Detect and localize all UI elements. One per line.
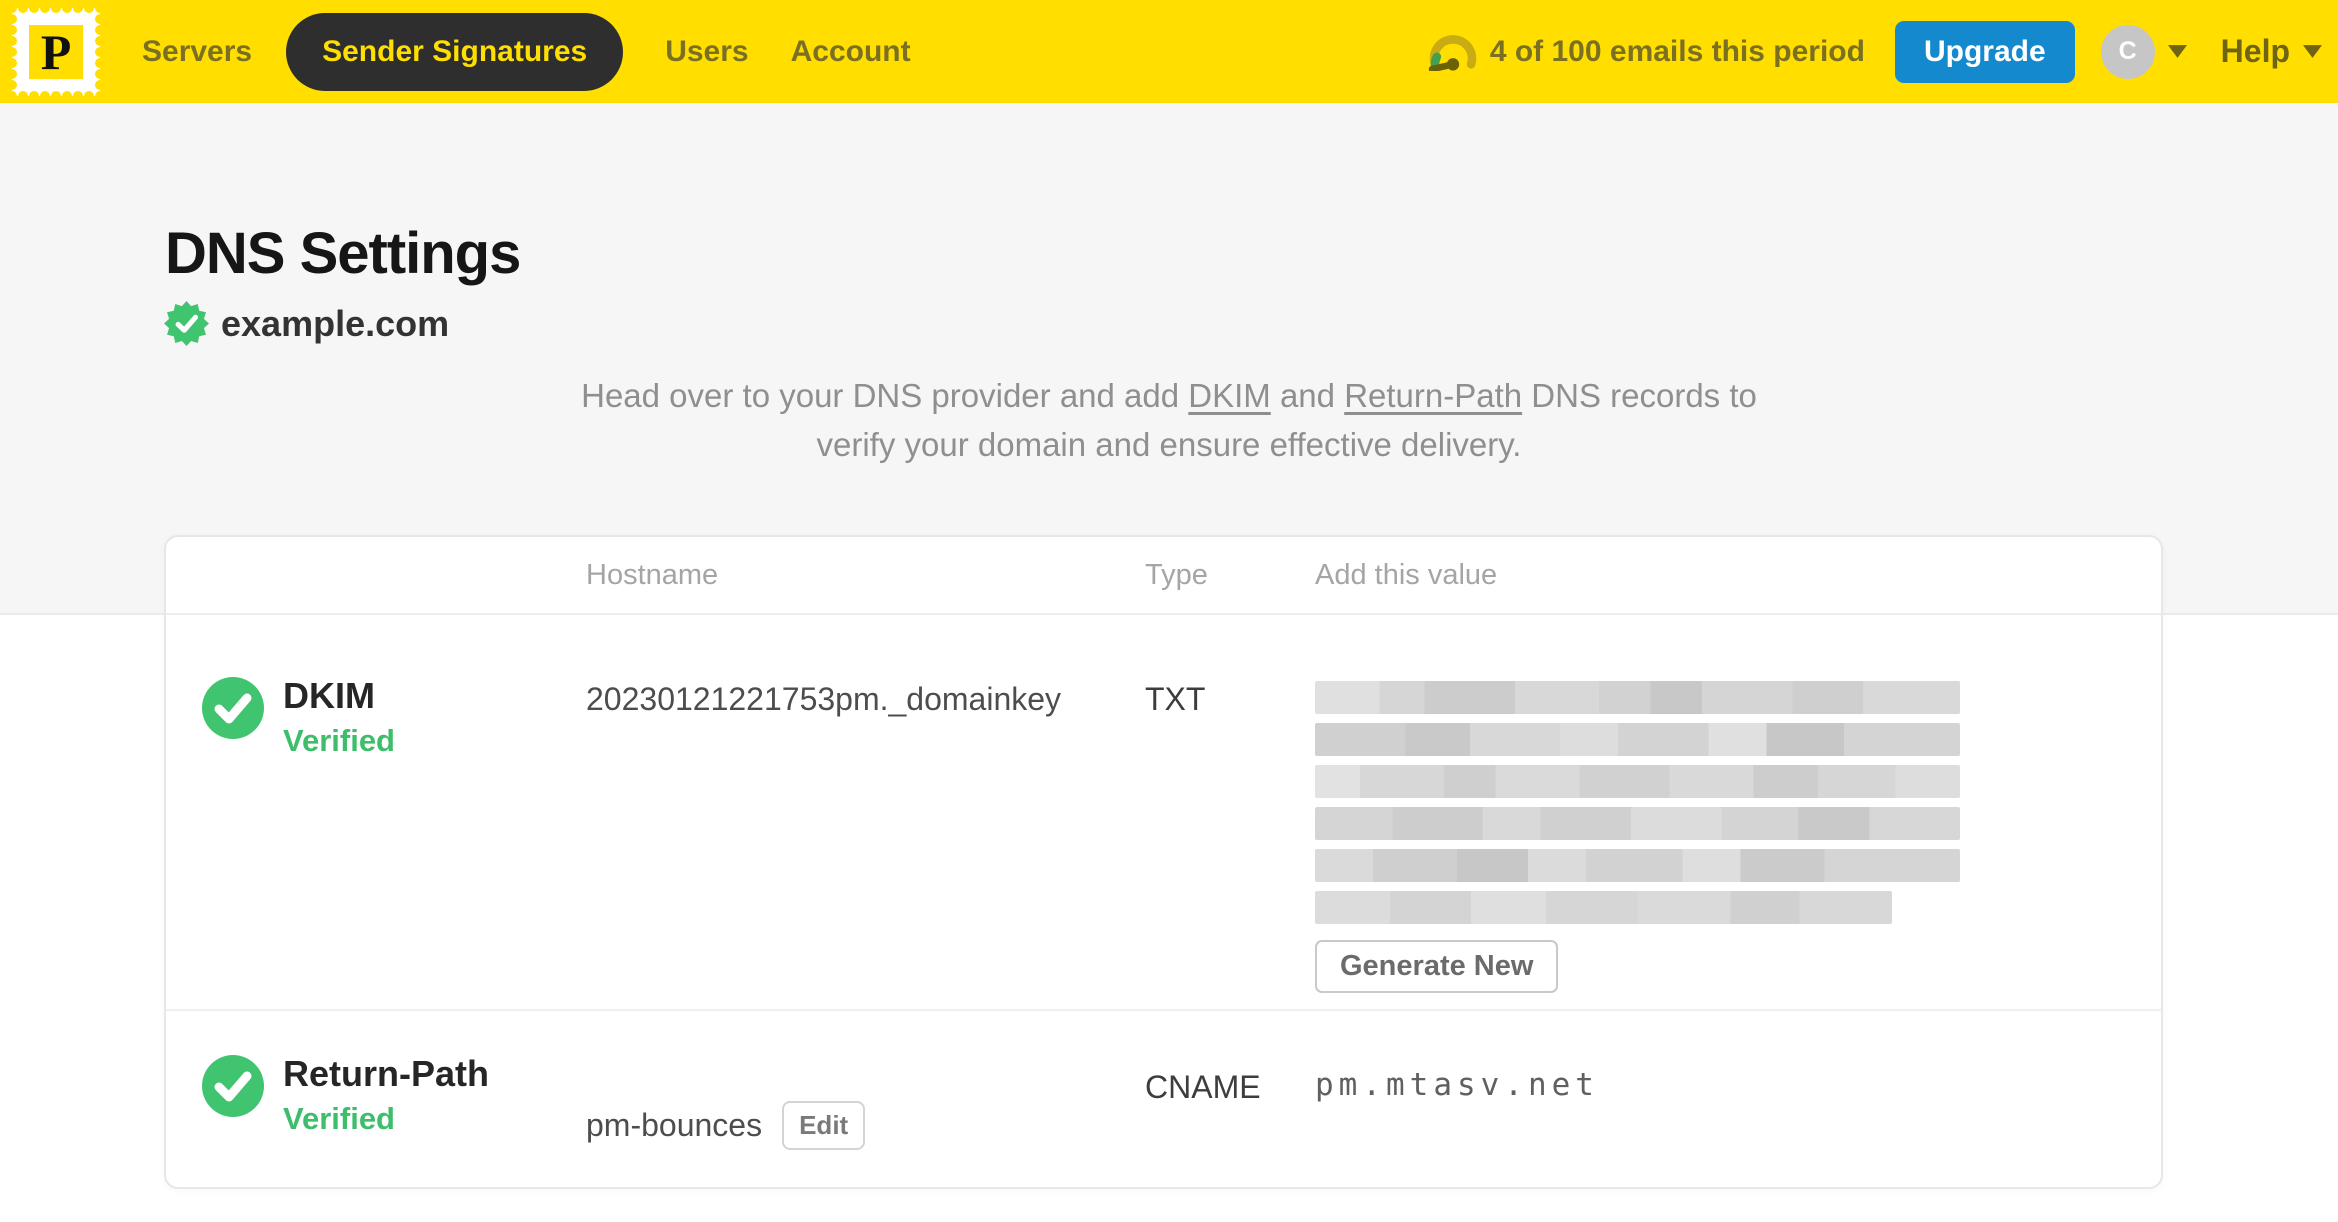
dkim-hostname: 20230121221753pm._domainkey xyxy=(586,681,1062,717)
return-path-hostname-cell: pm-bounces Edit xyxy=(586,1055,1145,1185)
column-header-value: Add this value xyxy=(1315,558,1498,591)
table-row-return-path: Return-Path Verified pm-bounces Edit CNA… xyxy=(166,1011,2161,1185)
edit-button[interactable]: Edit xyxy=(782,1100,866,1150)
dns-settings-page: DNS Settings example.com Head over to yo… xyxy=(0,103,2338,1222)
table-header-row: Hostname Type Add this value xyxy=(166,537,2161,615)
redacted-bar xyxy=(1315,681,1960,714)
nav-item-account[interactable]: Account xyxy=(791,35,911,69)
dkim-type: TXT xyxy=(1145,681,1206,717)
dns-records-card: Hostname Type Add this value DKIM Verifi… xyxy=(164,535,2163,1189)
nav-item-servers[interactable]: Servers xyxy=(142,35,252,69)
return-path-link[interactable]: Return-Path xyxy=(1344,377,1522,414)
intro-between: and xyxy=(1270,377,1345,414)
record-name: DKIM xyxy=(283,675,375,716)
status-badge: Verified xyxy=(283,1101,395,1136)
redacted-bar xyxy=(1315,807,1960,840)
usage-counter: 4 of 100 emails this period xyxy=(1489,34,1865,68)
intro-lead: Head over to your DNS provider and add xyxy=(581,377,1189,414)
return-path-status-cell: Return-Path Verified xyxy=(166,1055,586,1185)
dkim-value-redacted xyxy=(1315,681,1960,924)
dkim-status-cell: DKIM Verified xyxy=(166,677,586,1009)
redacted-bar xyxy=(1315,849,1960,882)
return-path-type: CNAME xyxy=(1145,1069,1261,1105)
navbar-right: 4 of 100 emails this period Upgrade C He… xyxy=(1428,20,2322,83)
redacted-bar xyxy=(1315,765,1960,798)
column-header-type: Type xyxy=(1145,558,1208,591)
help-menu[interactable]: Help xyxy=(2221,33,2322,70)
check-circle-icon xyxy=(202,1055,264,1117)
domain-row: example.com xyxy=(164,301,449,346)
chevron-down-icon xyxy=(2167,45,2187,58)
verified-seal-icon xyxy=(164,301,209,346)
usage-gauge-icon xyxy=(1428,34,1477,71)
redacted-bar xyxy=(1315,723,1960,756)
account-menu[interactable]: C xyxy=(2100,24,2187,79)
upgrade-button[interactable]: Upgrade xyxy=(1894,20,2075,83)
help-label: Help xyxy=(2220,33,2290,69)
intro-tail-1: DNS records to xyxy=(1522,377,1757,414)
primary-nav: Servers Sender Signatures Users Account xyxy=(100,12,911,91)
dkim-link[interactable]: DKIM xyxy=(1188,377,1271,414)
logo-letter: P xyxy=(41,24,72,80)
stamp-icon: P xyxy=(7,2,105,101)
status-badge: Verified xyxy=(283,723,395,758)
redacted-bar xyxy=(1315,891,1892,924)
top-navbar: P Servers Sender Signatures Users Accoun… xyxy=(0,0,2338,103)
page-title: DNS Settings xyxy=(165,221,521,286)
column-header-hostname: Hostname xyxy=(586,558,719,591)
generate-new-button[interactable]: Generate New xyxy=(1315,940,1559,993)
record-name: Return-Path xyxy=(283,1053,489,1094)
nav-item-users[interactable]: Users xyxy=(665,35,748,69)
dkim-value-cell: Generate New xyxy=(1315,677,2161,1009)
return-path-value: pm.mtasv.net xyxy=(1315,1067,1599,1103)
intro-tail-2: verify your domain and ensure effective … xyxy=(816,426,1522,463)
chevron-down-icon xyxy=(2303,45,2322,58)
nav-item-sender-signatures[interactable]: Sender Signatures xyxy=(286,12,624,91)
table-row-dkim: DKIM Verified 20230121221753pm._domainke… xyxy=(166,615,2161,1011)
return-path-hostname: pm-bounces xyxy=(586,1106,763,1143)
check-circle-icon xyxy=(202,677,264,739)
avatar: C xyxy=(2100,24,2155,79)
domain-name: example.com xyxy=(221,302,450,344)
postmark-logo[interactable]: P xyxy=(7,2,105,101)
intro-text: Head over to your DNS provider and add D… xyxy=(0,371,2338,469)
